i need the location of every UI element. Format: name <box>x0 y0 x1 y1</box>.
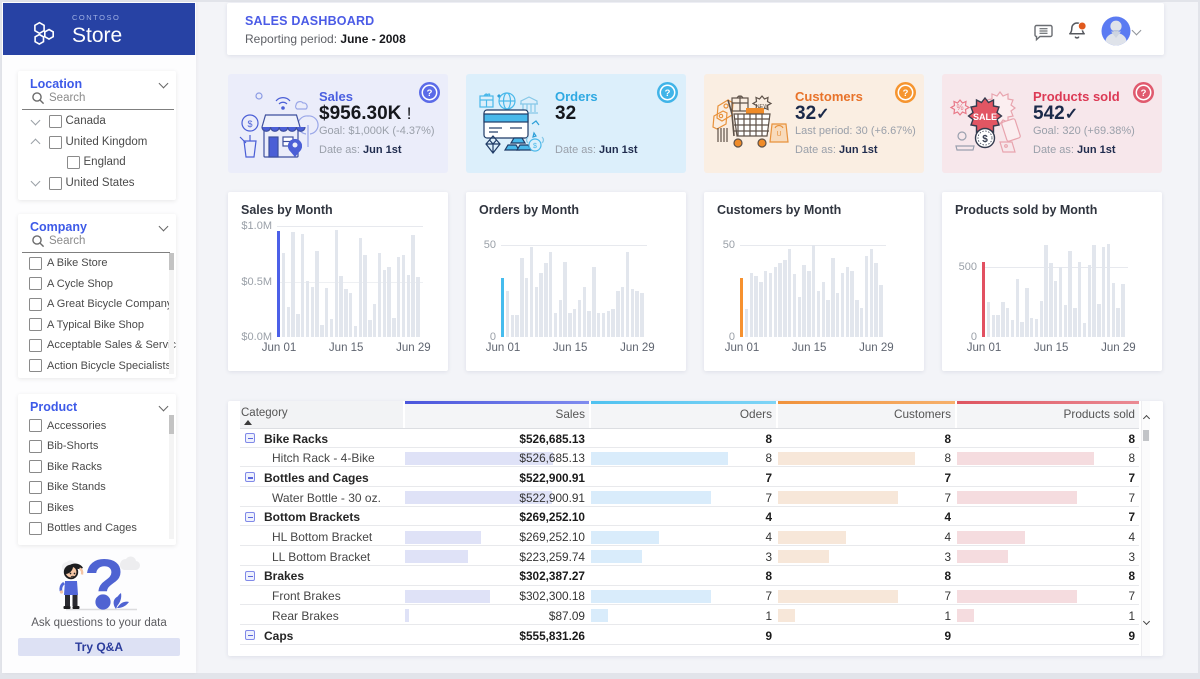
svg-text:$: $ <box>982 134 988 145</box>
svg-text:U: U <box>776 131 781 138</box>
svg-text:?: ? <box>427 88 433 99</box>
svg-text:$: $ <box>247 119 252 129</box>
svg-text:?: ? <box>665 88 671 99</box>
svg-text:$: $ <box>533 143 537 150</box>
svg-text:?: ? <box>903 88 909 99</box>
svg-text:?: ? <box>1141 88 1147 99</box>
svg-text:SALE: SALE <box>973 112 997 122</box>
svg-text:%: % <box>956 103 963 112</box>
